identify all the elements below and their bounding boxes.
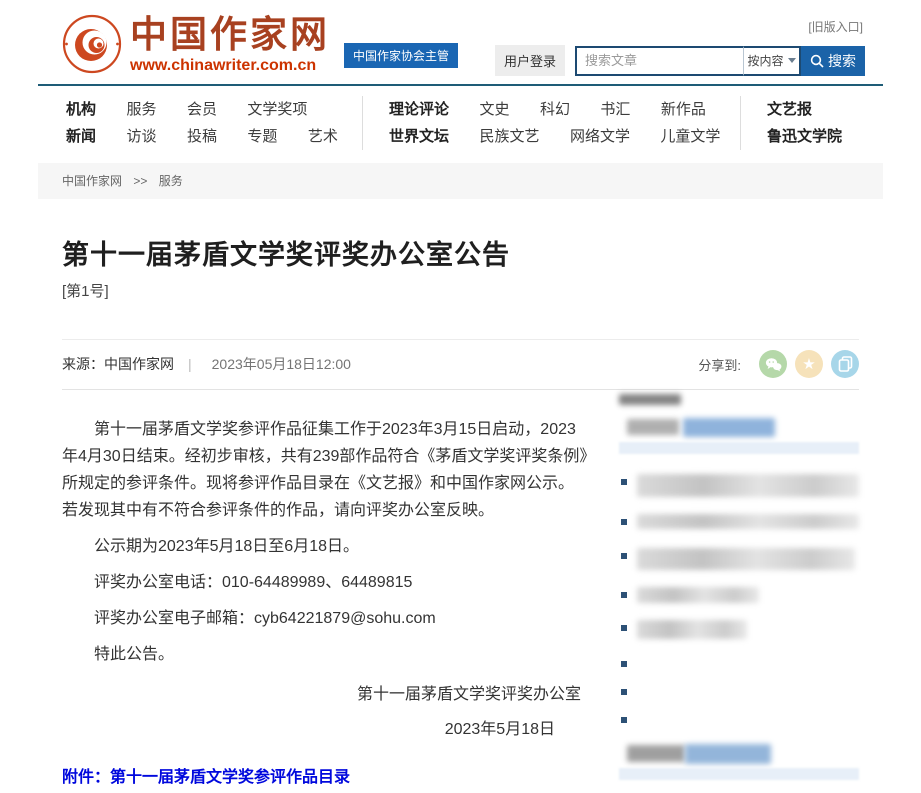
nav-item-tougao[interactable]: 投稿 [187, 123, 217, 150]
sidebar-footer-underline [619, 768, 859, 780]
source-label: 来源： [62, 354, 104, 374]
site-title: 中国作家网 [130, 14, 330, 54]
breadcrumb-site-link[interactable]: 中国作家网 [62, 174, 122, 188]
publish-datetime: 2023年05月18日12:00 [212, 354, 351, 374]
nav-item-luxunwenxueyuan[interactable]: 鲁迅文学院 [767, 123, 842, 150]
sidebar-list-item[interactable] [619, 514, 859, 529]
related-sidebar [619, 394, 859, 793]
paragraph: 评奖办公室电话：010-64489989、64489815 [62, 569, 589, 596]
qzone-star-share-icon[interactable]: ★ [795, 350, 823, 378]
site-url: www.chinawriter.com.cn [130, 56, 330, 76]
sidebar-list-item[interactable] [619, 620, 859, 639]
breadcrumb: 中国作家网 >> 服务 [38, 163, 883, 199]
search-scope-dropdown[interactable]: 按内容 [743, 46, 801, 76]
square-bullet-icon [621, 689, 627, 695]
nav-item-xinzuopin[interactable]: 新作品 [661, 96, 706, 123]
sidebar-section-label-blurred [619, 394, 681, 405]
site-header: 中国作家网 www.chinawriter.com.cn 中国作家协会主管 [旧… [38, 0, 883, 84]
square-bullet-icon [621, 661, 627, 667]
nav-item-wenyibao[interactable]: 文艺报 [767, 96, 812, 123]
source-value: 中国作家网 [104, 354, 174, 374]
nav-item-ertongwenxue[interactable]: 儿童文学 [660, 123, 720, 150]
nav-item-zhuanti[interactable]: 专题 [247, 123, 277, 150]
paragraph: 特此公告。 [62, 641, 589, 668]
site-logo[interactable]: 中国作家网 www.chinawriter.com.cn 中国作家协会主管 [62, 14, 458, 76]
chevron-down-icon [788, 58, 796, 63]
search-icon [810, 54, 824, 68]
nav-item-wenshi[interactable]: 文史 [479, 96, 509, 123]
sidebar-list-item[interactable] [619, 474, 859, 497]
page-title: 第十一届茅盾文学奖评奖办公室公告 [62, 233, 859, 272]
breadcrumb-current[interactable]: 服务 [159, 174, 183, 188]
nav-item-fuwu[interactable]: 服务 [126, 96, 156, 123]
main-nav: 机构 服务 会员 文学奖项 新闻 访谈 投稿 专题 艺术 理论评论 文史 科幻 … [38, 96, 883, 150]
article-meta-bar: 来源： 中国作家网 | 2023年05月18日12:00 分享到: ★ [62, 339, 859, 390]
sidebar-list-item[interactable] [619, 587, 859, 603]
nav-item-yishu[interactable]: 艺术 [308, 123, 338, 150]
nav-item-minzuwenyi[interactable]: 民族文艺 [479, 123, 539, 150]
supervisor-badge: 中国作家协会主管 [344, 43, 458, 68]
paragraph: 评奖办公室电子邮箱：cyb64221879@sohu.com [62, 605, 589, 632]
square-bullet-icon [621, 717, 627, 723]
sidebar-list-item[interactable] [619, 656, 859, 667]
square-bullet-icon [621, 519, 627, 525]
share-label: 分享到: [698, 355, 741, 374]
search-box: 按内容 搜索 [575, 46, 865, 76]
nav-item-wangluowenxue[interactable]: 网络文学 [570, 123, 630, 150]
article-body: 第十一届茅盾文学奖参评作品征集工作于2023年3月15日启动，2023年4月30… [62, 416, 589, 793]
meta-separator: | [188, 356, 192, 372]
sidebar-list-item[interactable] [619, 712, 859, 723]
square-bullet-icon [621, 479, 627, 485]
signature-date: 2023年5月18日 [62, 715, 589, 739]
copy-link-share-icon[interactable] [831, 350, 859, 378]
paragraph: 第十一届茅盾文学奖参评作品征集工作于2023年3月15日启动，2023年4月30… [62, 416, 589, 524]
nav-item-jigou[interactable]: 机构 [66, 96, 96, 123]
old-version-link[interactable]: [旧版入口] [808, 18, 863, 35]
nav-item-wenxuejiangxiang[interactable]: 文学奖项 [247, 96, 307, 123]
nav-item-shuhui[interactable]: 书汇 [600, 96, 630, 123]
breadcrumb-separator: >> [133, 174, 147, 188]
nav-item-xinwen[interactable]: 新闻 [66, 123, 96, 150]
sidebar-list-item[interactable] [619, 684, 859, 695]
square-bullet-icon [621, 625, 627, 631]
announcement-number: [第1号] [62, 280, 859, 301]
china-writers-association-emblem [62, 14, 122, 74]
paragraph: 公示期为2023年5月18日至6月18日。 [62, 533, 589, 560]
search-button[interactable]: 搜索 [801, 46, 865, 76]
nav-item-huiyuan[interactable]: 会员 [187, 96, 217, 123]
square-bullet-icon [621, 553, 627, 559]
nav-item-fangtan[interactable]: 访谈 [126, 123, 156, 150]
user-login-button[interactable]: 用户登录 [495, 45, 565, 76]
wechat-share-icon[interactable] [759, 350, 787, 378]
nav-item-lilunpinglun[interactable]: 理论评论 [389, 96, 449, 123]
page-container: 中国作家网 www.chinawriter.com.cn 中国作家协会主管 [旧… [38, 0, 883, 793]
header-divider-rule [38, 84, 883, 86]
sidebar-list-item[interactable] [619, 548, 859, 570]
sidebar-header-underline [619, 442, 859, 454]
attachment-link[interactable]: 附件：第十一届茅盾文学奖参评作品目录 [62, 763, 589, 787]
search-input[interactable] [575, 46, 743, 76]
square-bullet-icon [621, 592, 627, 598]
sidebar-footer-header-blurred [619, 740, 859, 768]
nav-item-kehuan[interactable]: 科幻 [540, 96, 570, 123]
nav-item-shijiewentan[interactable]: 世界文坛 [389, 123, 449, 150]
signature-office: 第十一届茅盾文学奖评奖办公室 [62, 680, 589, 704]
sidebar-header-blurred [619, 414, 859, 442]
